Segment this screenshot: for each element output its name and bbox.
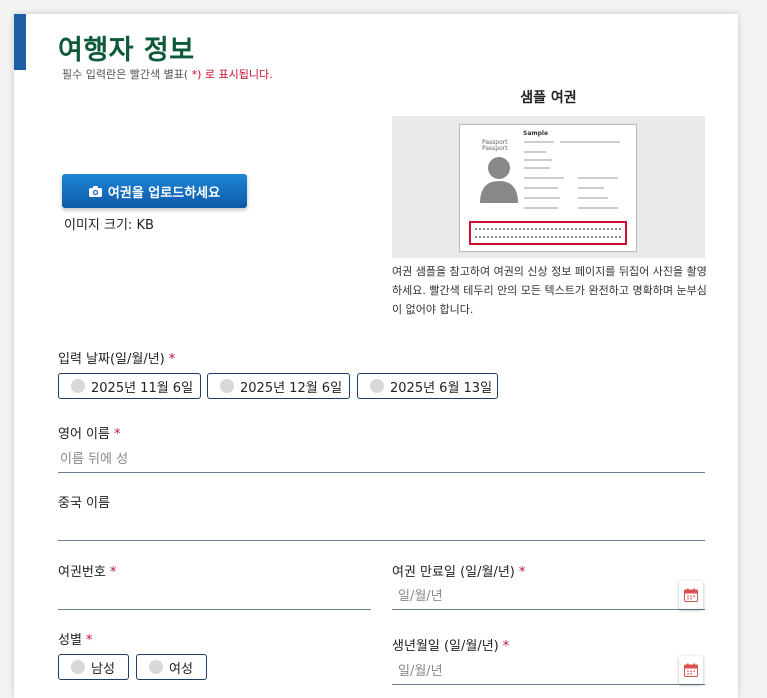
calendar-icon — [684, 663, 698, 677]
passport-expiry-label: 여권 만료일 (일/월/년) * — [392, 561, 525, 580]
sample-passport-title: 샘플 여권 — [520, 90, 577, 106]
chinese-name-input[interactable] — [58, 513, 705, 541]
passport-number-label-text: 여권번호 — [58, 565, 106, 580]
gender-label-text: 성별 — [58, 633, 82, 648]
calendar-icon — [684, 588, 698, 602]
entry-date-option-1[interactable]: 2025년 11월 6일 — [58, 373, 201, 399]
required-note-prefix: 필수 입력란은 빨간색 별표( — [62, 68, 189, 81]
sample-passport-description: 여권 샘플을 참고하여 여권의 신상 정보 페이지를 뒤집어 사진을 촬영하세요… — [392, 265, 707, 316]
image-size-text: 이미지 크기: KB — [64, 218, 154, 233]
passport-sample-word: Sample — [523, 130, 549, 137]
gender-option-label: 남성 — [91, 661, 115, 677]
radio-circle-icon — [71, 660, 85, 674]
passport-expiry-label-text: 여권 만료일 (일/월/년) — [392, 565, 515, 580]
required-note-star: *) — [188, 68, 202, 81]
entry-date-option-2[interactable]: 2025년 12월 6일 — [207, 373, 350, 399]
passport-mrz-highlight — [469, 221, 627, 245]
page-title: 여행자 정보 — [58, 35, 195, 66]
required-note-suffix: 로 표시됩니다. — [201, 68, 273, 81]
radio-circle-icon — [370, 379, 384, 393]
birth-date-label: 생년월일 (일/월/년) * — [392, 635, 509, 654]
entry-date-label-text: 입력 날짜(일/월/년) — [58, 352, 165, 367]
radio-circle-icon — [149, 660, 163, 674]
entry-date-label: 입력 날짜(일/월/년) * — [58, 348, 175, 367]
required-star: * — [518, 565, 526, 580]
passport-expiry-input[interactable]: 일/월/년 — [392, 580, 705, 610]
upload-passport-button[interactable]: 여권을 업로드하세요 — [62, 174, 247, 208]
birth-date-calendar-button[interactable] — [679, 656, 703, 684]
gender-label: 성별 * — [58, 629, 92, 648]
passport-number-label: 여권번호 * — [58, 561, 116, 580]
english-name-input[interactable]: 이름 뒤에 성 — [58, 443, 705, 473]
entry-date-option-3[interactable]: 2025년 6월 13일 — [357, 373, 498, 399]
entry-date-option-label: 2025년 11월 6일 — [91, 380, 194, 396]
passport-expiry-calendar-button[interactable] — [679, 581, 703, 609]
gender-option-male[interactable]: 남성 — [58, 654, 129, 680]
required-fields-note: 필수 입력란은 빨간색 별표( *) 로 표시됩니다. — [62, 66, 273, 82]
required-star: * — [168, 352, 176, 367]
required-star: * — [502, 639, 510, 654]
upload-button-label: 여권을 업로드하세요 — [107, 185, 221, 201]
required-star: * — [109, 565, 117, 580]
section-accent-bar — [14, 14, 26, 70]
radio-circle-icon — [71, 379, 85, 393]
entry-date-option-label: 2025년 12월 6일 — [240, 380, 343, 396]
camera-icon — [88, 185, 102, 197]
passport-number-input[interactable] — [58, 582, 371, 610]
gender-option-label: 여성 — [169, 661, 193, 677]
english-name-label: 영어 이름 * — [58, 423, 120, 442]
gender-option-female[interactable]: 여성 — [136, 654, 207, 680]
passport-photo-silhouette — [480, 157, 518, 203]
sample-passport-image: Sample Passport Passport — [459, 124, 637, 252]
english-name-label-text: 영어 이름 — [58, 427, 110, 442]
chinese-name-label: 중국 이름 — [58, 496, 110, 511]
radio-circle-icon — [220, 379, 234, 393]
birth-date-input[interactable]: 일/월/년 — [392, 655, 705, 685]
entry-date-option-label: 2025년 6월 13일 — [390, 380, 493, 396]
required-star: * — [85, 633, 93, 648]
required-star: * — [113, 427, 121, 442]
birth-date-label-text: 생년월일 (일/월/년) — [392, 639, 499, 654]
